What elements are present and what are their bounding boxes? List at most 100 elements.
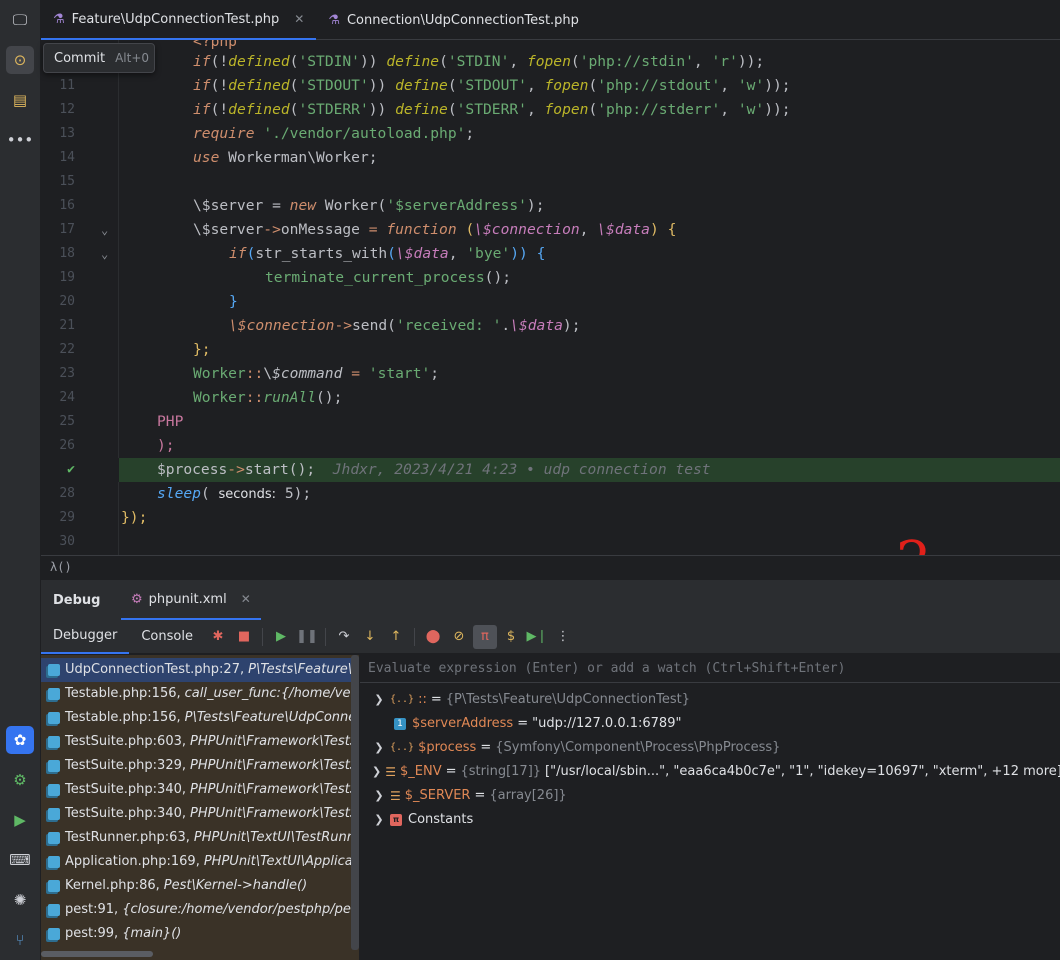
current-execution-line: ✔ $process->start(); Jhdxr, 2023/4/21 4:2…	[41, 458, 1060, 482]
line-number: 17	[59, 222, 75, 237]
pause-icon[interactable]: ❚❚	[295, 625, 319, 649]
constants-icon: π	[390, 814, 402, 826]
run-icon[interactable]: ▶	[6, 806, 34, 834]
breakpoint-check-icon[interactable]: ✔	[59, 458, 75, 482]
superglobals-icon[interactable]: $	[499, 625, 523, 649]
frame-icon	[48, 808, 60, 820]
variable-row[interactable]: ❯ ☰ $_ENV = {string[17]} ["/usr/local/sb…	[360, 760, 1060, 784]
resume-program-icon[interactable]: ▶❘	[525, 625, 549, 649]
resume-icon[interactable]: ▶	[269, 625, 293, 649]
variable-row[interactable]: ❯ {..} $process = {Symfony\Component\Pro…	[360, 736, 1060, 760]
stop-icon[interactable]: ■	[232, 625, 256, 649]
tab-phpunit-config[interactable]: ⚙ phpunit.xml ✕	[121, 580, 261, 620]
structure-icon[interactable]: ▤	[6, 86, 34, 114]
code-line: 15	[41, 170, 1060, 194]
object-icon: {..}	[390, 694, 415, 705]
test-flask-icon: ⚗	[53, 11, 65, 27]
fold-icon[interactable]: ⌄	[101, 242, 108, 266]
chevron-right-icon[interactable]: ❯	[372, 760, 381, 784]
close-icon[interactable]: ✕	[241, 592, 251, 606]
tab-feature-udpconnectiontest[interactable]: ⚗ Feature\UdpConnectionTest.php ✕	[41, 0, 317, 40]
commit-icon[interactable]: ⊙	[6, 46, 34, 74]
variable-row[interactable]: ❯ ☰ $_SERVER = {array[26]}	[360, 784, 1060, 808]
test-flask-icon: ⚗	[328, 12, 340, 28]
frame-row[interactable]: UdpConnectionTest.php:27, P\Tests\Feature…	[41, 658, 351, 682]
evaluate-expression-input[interactable]: Evaluate expression (Enter) or add a wat…	[360, 655, 1060, 683]
frame-row[interactable]: pest:99, {main}()	[41, 922, 351, 946]
code-line: 26);	[41, 434, 1060, 458]
frame-row[interactable]: Kernel.php:86, Pest\Kernel->handle()	[41, 874, 351, 898]
primitive-icon: 1	[394, 718, 406, 730]
close-icon[interactable]: ✕	[294, 12, 304, 26]
terminal-icon[interactable]: ⌨	[6, 846, 34, 874]
frame-row[interactable]: pest:91, {closure:/home/vendor/pestphp/pe…	[41, 898, 351, 922]
frame-icon	[48, 664, 60, 676]
frame-row[interactable]: TestSuite.php:340, PHPUnit\Framework\Test…	[41, 778, 351, 802]
line-number: 14	[59, 150, 75, 165]
object-icon: {..}	[390, 742, 415, 753]
frame-row[interactable]: Testable.php:156, call_user_func:{/home/v…	[41, 682, 351, 706]
chevron-right-icon[interactable]: ❯	[372, 736, 386, 760]
debug-bug-icon[interactable]: ✿	[6, 726, 34, 754]
handwritten-annotation: 2	[896, 530, 932, 555]
chevron-right-icon[interactable]: ❯	[372, 688, 386, 712]
frame-row[interactable]: TestSuite.php:329, PHPUnit\Framework\Test…	[41, 754, 351, 778]
line-number: 24	[59, 390, 75, 405]
code-line: 24 Worker::runAll();	[41, 386, 1060, 410]
frame-row[interactable]: Testable.php:156, P\Tests\Feature\UdpConn…	[41, 706, 351, 730]
line-number: 30	[59, 534, 75, 549]
variable-row[interactable]: ❯ {..} :: = {P\Tests\Feature\UdpConnecti…	[360, 688, 1060, 712]
line-number: 11	[59, 78, 75, 93]
line-number: 19	[59, 270, 75, 285]
frame-row[interactable]: Application.php:169, PHPUnit\TextUI\Appli…	[41, 850, 351, 874]
frame-icon	[48, 736, 60, 748]
more-options-icon[interactable]: ⋮	[551, 625, 575, 649]
code-line: 25 PHP	[41, 410, 1060, 434]
services-icon[interactable]: ⚙	[6, 766, 34, 794]
view-breakpoints-icon[interactable]: ⬤	[421, 625, 445, 649]
chevron-right-icon[interactable]: ❯	[372, 808, 386, 832]
debug-tool-header: Debug ⚙ phpunit.xml ✕	[41, 580, 1060, 620]
frame-row[interactable]: TestSuite.php:340, PHPUnit\Framework\Test…	[41, 802, 351, 826]
array-icon: ☰	[390, 789, 401, 803]
tab-debugger[interactable]: Debugger	[41, 620, 130, 654]
frames-vertical-scrollbar[interactable]	[351, 655, 359, 950]
notifications-icon[interactable]: ✺	[6, 886, 34, 914]
code-line: 20}	[41, 290, 1060, 314]
constants-toggle-icon[interactable]: π	[472, 624, 497, 649]
mute-breakpoints-icon[interactable]: ⊘	[447, 625, 471, 649]
tab-label: Feature\UdpConnectionTest.php	[71, 11, 280, 27]
code-line: 14 use Workerman\Worker;	[41, 146, 1060, 170]
frames-list: UdpConnectionTest.php:27, P\Tests\Feature…	[41, 655, 359, 960]
code-line: 19 terminate_current_process();	[41, 266, 1060, 290]
frame-icon	[48, 832, 60, 844]
more-icon[interactable]: •••	[6, 126, 34, 154]
code-line: 21 \$connection->send('received: '.\$data…	[41, 314, 1060, 338]
tab-label: Connection\UdpConnectionTest.php	[346, 12, 579, 28]
tooltip-label: Commit	[54, 50, 106, 66]
frame-icon	[48, 712, 60, 724]
step-out-icon[interactable]: ↑	[384, 625, 408, 649]
step-over-icon[interactable]: ↷	[332, 625, 356, 649]
variable-row[interactable]: 1 $serverAddress = "udp://127.0.0.1:6789…	[360, 712, 1060, 736]
line-number: 22	[59, 342, 75, 357]
tab-console[interactable]: Console	[129, 620, 205, 654]
frames-horizontal-scrollbar[interactable]	[41, 951, 153, 957]
step-into-icon[interactable]: ↓	[358, 625, 382, 649]
frame-row[interactable]: TestSuite.php:603, PHPUnit\Framework\Test…	[41, 730, 351, 754]
debug-toolbar: Debugger Console ✱ ■ ▶ ❚❚ ↷ ↓ ↑ ⬤ ⊘ π $ …	[41, 620, 1060, 654]
tab-connection-udpconnectiontest[interactable]: ⚗ Connection\UdpConnectionTest.php	[316, 0, 591, 40]
chevron-right-icon[interactable]: ❯	[372, 784, 386, 808]
code-editor[interactable]: <?php 10if(!defined('STDIN')) define('ST…	[41, 40, 1060, 555]
rerun-debug-icon[interactable]: ✱	[206, 625, 230, 649]
fold-icon[interactable]: ⌄	[101, 218, 108, 242]
code-line: 29});	[41, 506, 1060, 530]
variable-row[interactable]: ❯ π Constants	[360, 808, 1060, 832]
breadcrumb[interactable]: λ()	[41, 555, 1060, 579]
project-icon[interactable]: 🖵	[6, 6, 34, 34]
frame-icon	[48, 760, 60, 772]
code-line: 28 sleep( seconds: 5);	[41, 482, 1060, 506]
git-icon[interactable]: ⑂	[6, 926, 34, 954]
frame-row[interactable]: TestRunner.php:63, PHPUnit\TextUI\TestRun…	[41, 826, 351, 850]
variables-panel: Evaluate expression (Enter) or add a wat…	[360, 655, 1060, 960]
